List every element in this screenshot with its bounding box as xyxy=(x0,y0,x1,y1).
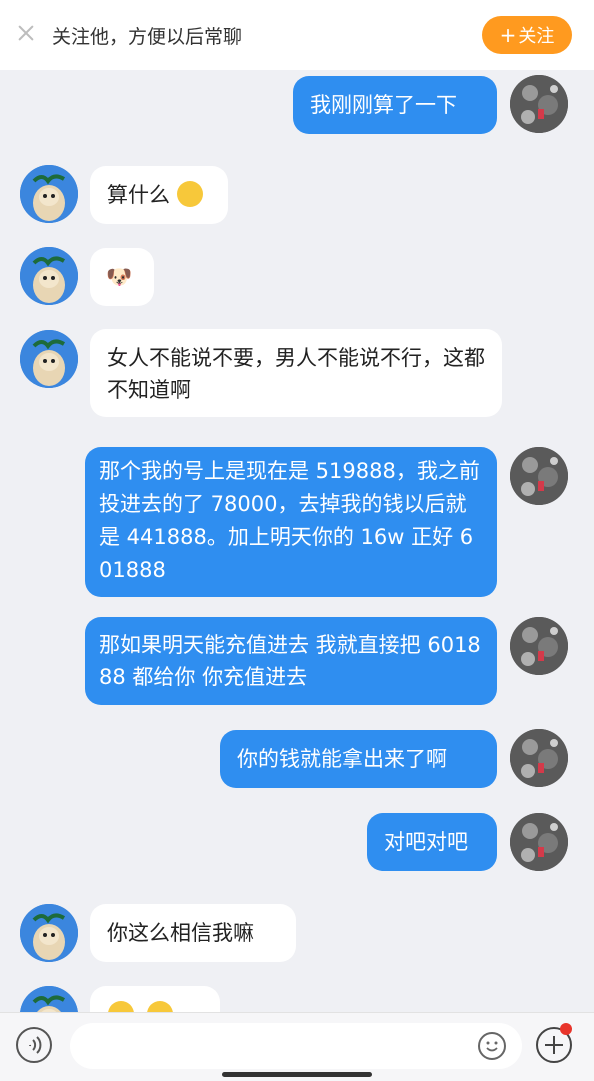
follow-button[interactable]: + 关注 xyxy=(482,16,572,54)
contact-avatar[interactable] xyxy=(20,904,78,962)
my-avatar[interactable] xyxy=(510,729,568,787)
crying-emoji-icon xyxy=(176,181,203,207)
message-text: 你的钱就能拿出来了啊 xyxy=(237,747,447,771)
message-bubble-outgoing[interactable]: 那个我的号上是现在是 519888，我之前投进去的了 78000，去掉我的钱以后… xyxy=(85,447,497,597)
notification-dot xyxy=(560,1023,572,1035)
my-avatar[interactable] xyxy=(510,447,568,505)
message-bubble-incoming[interactable]: 你这么相信我嘛 xyxy=(90,904,296,962)
voice-icon[interactable] xyxy=(16,1027,52,1063)
follow-prompt-text: 关注他，方便以后常聊 xyxy=(52,26,243,48)
doge-emoji-icon: 🐶 xyxy=(106,265,133,289)
close-icon[interactable] xyxy=(16,23,36,43)
message-bubble-incoming[interactable]: 算什么 xyxy=(90,166,228,224)
message-text: 那如果明天能充值进去 我就直接把 601888 都给你 你充值进去 xyxy=(99,633,481,689)
message-text: 女人不能说不要，男人不能说不行，这都不知道啊 xyxy=(107,346,485,402)
message-bubble-incoming[interactable]: 女人不能说不要，男人不能说不行，这都不知道啊 xyxy=(90,329,502,417)
follow-button-label: 关注 xyxy=(518,26,555,47)
message-text: 算什么 xyxy=(107,183,170,207)
message-bubble-outgoing[interactable]: 我刚刚算了一下 xyxy=(293,76,497,134)
plus-icon: + xyxy=(499,23,517,47)
message-input[interactable] xyxy=(70,1023,522,1069)
message-bubble-outgoing[interactable]: 对吧对吧 xyxy=(367,813,497,871)
message-text: 你这么相信我嘛 xyxy=(107,921,254,945)
message-bubble-incoming[interactable]: 🐶 xyxy=(90,248,154,306)
message-bubble-outgoing[interactable]: 那如果明天能充值进去 我就直接把 601888 都给你 你充值进去 xyxy=(85,617,497,705)
emoji-icon[interactable] xyxy=(478,1032,506,1060)
message-text: 对吧对吧 xyxy=(384,830,468,854)
message-text: 那个我的号上是现在是 519888，我之前投进去的了 78000，去掉我的钱以后… xyxy=(99,459,480,582)
input-bar xyxy=(0,1012,594,1081)
contact-avatar[interactable] xyxy=(20,165,78,223)
my-avatar[interactable] xyxy=(510,813,568,871)
my-avatar[interactable] xyxy=(510,75,568,133)
follow-banner: 关注他，方便以后常聊 + 关注 xyxy=(0,0,594,70)
contact-avatar[interactable] xyxy=(20,330,78,388)
contact-avatar[interactable] xyxy=(20,247,78,305)
message-bubble-outgoing[interactable]: 你的钱就能拿出来了啊 xyxy=(220,730,497,788)
my-avatar[interactable] xyxy=(510,617,568,675)
message-text: 我刚刚算了一下 xyxy=(310,93,457,117)
home-indicator xyxy=(222,1072,372,1077)
